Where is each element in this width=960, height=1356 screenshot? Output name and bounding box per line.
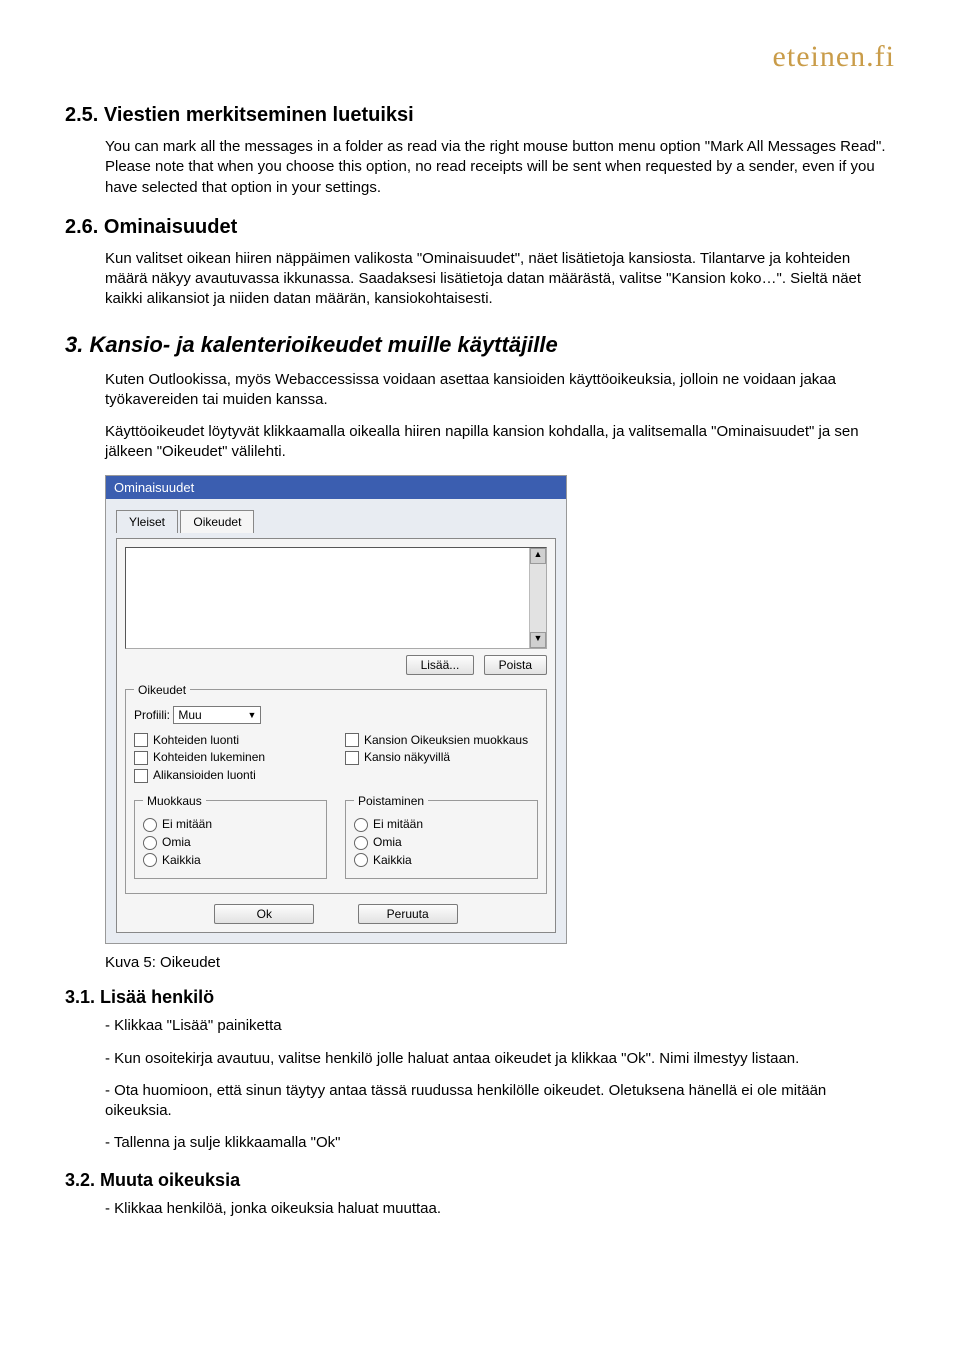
dialog-titlebar: Ominaisuudet: [106, 476, 566, 499]
profile-label: Profiili:: [134, 708, 170, 722]
checkbox[interactable]: [345, 733, 359, 747]
list-item: - Tallenna ja sulje klikkaamalla "Ok": [105, 1133, 895, 1153]
radio[interactable]: [143, 818, 157, 832]
list-item: - Klikkaa henkilöä, jonka oikeuksia halu…: [105, 1199, 895, 1219]
tab-oikeudet[interactable]: Oikeudet: [180, 510, 254, 533]
heading-title: Ominaisuudet: [104, 216, 237, 238]
heading-num: 2.5.: [65, 104, 98, 126]
list-item: - Klikkaa "Lisää" painiketta: [105, 1016, 895, 1036]
profile-select[interactable]: Muu ▼: [173, 706, 261, 724]
radio-label: Kaikkia: [162, 853, 201, 867]
paragraph: Kun valitset oikean hiiren näppäimen val…: [105, 249, 895, 310]
paragraph: You can mark all the messages in a folde…: [105, 137, 895, 198]
radio[interactable]: [354, 836, 368, 850]
heading-3: 3. Kansio- ja kalenterioikeudet muille k…: [65, 332, 895, 358]
figure-caption: Kuva 5: Oikeudet: [105, 954, 895, 971]
edit-fieldset: Muokkaus Ei mitään Omia Kaikkia: [134, 794, 327, 879]
scroll-up-icon[interactable]: ▲: [530, 548, 546, 564]
check-label: Alikansioiden luonti: [153, 768, 256, 782]
radio-label: Ei mitään: [162, 817, 212, 831]
radio-label: Kaikkia: [373, 853, 412, 867]
site-logo: eteinen.fi: [65, 40, 895, 74]
heading-num: 3.1.: [65, 987, 95, 1007]
delete-legend: Poistaminen: [354, 794, 428, 808]
rights-fieldset: Oikeudet Profiili: Muu ▼ Kohteiden luont…: [125, 683, 547, 895]
radio[interactable]: [143, 836, 157, 850]
checkbox[interactable]: [134, 769, 148, 783]
radio[interactable]: [354, 853, 368, 867]
list-item: - Ota huomioon, että sinun täytyy antaa …: [105, 1081, 895, 1122]
radio-label: Omia: [162, 835, 191, 849]
ok-button[interactable]: Ok: [214, 904, 314, 924]
heading-title: Viestien merkitseminen luetuiksi: [104, 104, 414, 126]
delete-fieldset: Poistaminen Ei mitään Omia Kaikkia: [345, 794, 538, 879]
scrollbar[interactable]: ▲ ▼: [529, 548, 546, 648]
heading-3-2: 3.2. Muuta oikeuksia: [65, 1170, 895, 1191]
tab-yleiset[interactable]: Yleiset: [116, 510, 178, 533]
user-listbox[interactable]: ▲ ▼: [125, 547, 547, 649]
paragraph: Kuten Outlookissa, myös Webaccessissa vo…: [105, 370, 895, 411]
checkbox[interactable]: [345, 751, 359, 765]
paragraph: Käyttöoikeudet löytyvät klikkaamalla oik…: [105, 422, 895, 463]
check-label: Kansio näkyvillä: [364, 750, 450, 764]
cancel-button[interactable]: Peruuta: [358, 904, 458, 924]
tab-panel-oikeudet: ▲ ▼ Lisää... Poista Oikeudet Profiili: M…: [116, 538, 556, 934]
heading-num: 2.6.: [65, 216, 98, 238]
check-label: Kohteiden luonti: [153, 733, 239, 747]
check-label: Kohteiden lukeminen: [153, 750, 265, 764]
heading-title: Kansio- ja kalenterioikeudet muille käyt…: [89, 332, 557, 357]
radio-label: Ei mitään: [373, 817, 423, 831]
heading-title: Lisää henkilö: [100, 987, 214, 1007]
remove-button[interactable]: Poista: [484, 655, 547, 675]
radio[interactable]: [143, 853, 157, 867]
checkbox[interactable]: [134, 751, 148, 765]
tab-strip: Yleiset Oikeudet: [116, 509, 556, 532]
heading-num: 3.2.: [65, 1170, 95, 1190]
list-item: - Kun osoitekirja avautuu, valitse henki…: [105, 1049, 895, 1069]
heading-2-5: 2.5. Viestien merkitseminen luetuiksi: [65, 104, 895, 127]
radio-label: Omia: [373, 835, 402, 849]
heading-3-1: 3.1. Lisää henkilö: [65, 987, 895, 1008]
heading-2-6: 2.6. Ominaisuudet: [65, 216, 895, 239]
rights-legend: Oikeudet: [134, 683, 190, 697]
chevron-down-icon: ▼: [247, 710, 256, 720]
radio[interactable]: [354, 818, 368, 832]
add-button[interactable]: Lisää...: [406, 655, 475, 675]
heading-title: Muuta oikeuksia: [100, 1170, 240, 1190]
scroll-down-icon[interactable]: ▼: [530, 632, 546, 648]
properties-dialog: Ominaisuudet Yleiset Oikeudet ▲ ▼ Lisää.…: [105, 475, 567, 945]
heading-num: 3.: [65, 332, 83, 357]
check-label: Kansion Oikeuksien muokkaus: [364, 733, 528, 747]
checkbox[interactable]: [134, 733, 148, 747]
edit-legend: Muokkaus: [143, 794, 206, 808]
profile-value: Muu: [178, 708, 201, 722]
